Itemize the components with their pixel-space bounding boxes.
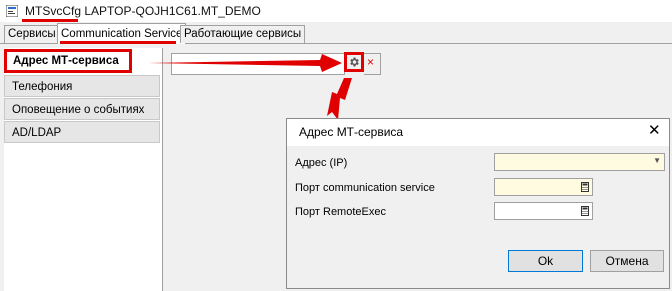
- label-ip-address: Адрес (IP): [295, 157, 348, 169]
- ok-button[interactable]: Ok: [508, 250, 583, 272]
- comm-port-field[interactable]: [494, 178, 593, 196]
- cancel-button[interactable]: Отмена: [590, 250, 664, 272]
- close-icon[interactable]: ✕: [648, 121, 661, 139]
- annotation-arrow-down: [327, 78, 352, 120]
- label-remoteexec-port: Порт RemoteExec: [295, 206, 386, 218]
- ip-address-dropdown[interactable]: ▼: [494, 153, 665, 171]
- annotation-arrow-horizontal: [148, 54, 342, 72]
- calculator-icon[interactable]: [581, 182, 589, 192]
- remoteexec-port-field[interactable]: [494, 202, 593, 220]
- label-comm-port: Порт communication service: [295, 182, 435, 194]
- dialog-title: Адрес МТ-сервиса: [299, 125, 404, 139]
- dropdown-arrow-icon[interactable]: ▼: [653, 156, 661, 165]
- calculator-icon[interactable]: [581, 206, 589, 216]
